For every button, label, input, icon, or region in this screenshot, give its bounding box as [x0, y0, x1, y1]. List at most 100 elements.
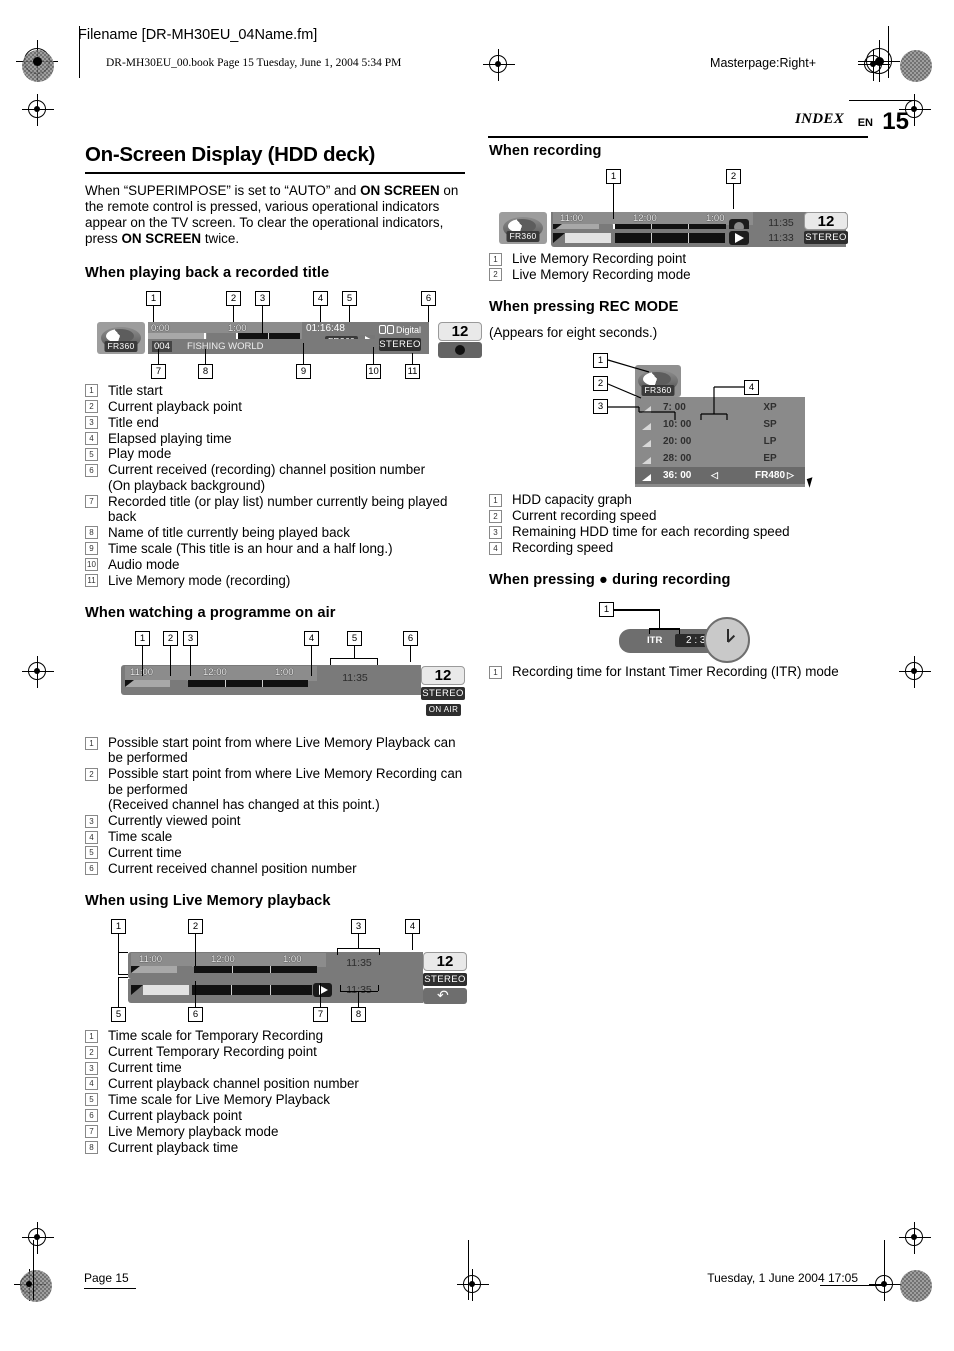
legend-item: 7 Live Memory playback mode — [85, 1124, 465, 1139]
intro-part-3: twice. — [201, 231, 240, 247]
playback-mode-button — [729, 231, 749, 245]
legend-num: 4 — [85, 1077, 98, 1091]
legend-text: Live Memory playback mode — [108, 1123, 279, 1139]
callout-4: 4 — [313, 290, 328, 306]
clock-icon — [704, 617, 750, 664]
legend-item: 10 Audio mode — [85, 557, 465, 572]
live-memory-mode-button — [438, 341, 482, 358]
legend-num: 8 — [85, 526, 98, 540]
legend-item: 5 Time scale for Live Memory Playback — [85, 1092, 465, 1107]
title-number-value: 004 — [152, 340, 172, 352]
legend-text: Current recording speed — [512, 508, 657, 524]
legend-text: Live Memory Recording mode — [512, 266, 691, 282]
legend-num: 3 — [85, 1061, 98, 1075]
legend-num: 11 — [85, 574, 98, 588]
legend-text: Currently viewed point — [108, 813, 241, 829]
hdd-disc-icon: FR360 — [499, 212, 547, 244]
legend-item: 2 Current recording speed — [489, 508, 869, 523]
legend-item: 1 Live Memory Recording point — [489, 251, 869, 266]
second-time-value: 11:33 — [768, 232, 794, 244]
channel-number: 12 — [804, 212, 848, 230]
tick-label-1: 12:00 — [633, 213, 657, 224]
legend-item: 2 Current Temporary Recording point — [85, 1044, 465, 1059]
crop-rule-lower-right-h — [820, 1285, 886, 1286]
legend-num: 1 — [85, 384, 98, 398]
legend-num: 2 — [489, 268, 502, 282]
crop-rule-left-bottom — [33, 1240, 34, 1300]
legend-item: 2 Possible start point from where Live Me… — [85, 766, 465, 812]
legend-num: 3 — [85, 814, 98, 828]
legend-num: 3 — [489, 525, 502, 539]
heading-when-recording: When recording — [489, 143, 602, 159]
legend-text: Live Memory Recording point — [512, 251, 687, 266]
callout-6: 6 — [403, 631, 418, 647]
index-divider — [488, 136, 868, 139]
crop-rule-right-top — [888, 26, 889, 78]
legend-item: 8 Name of title currently being played ba… — [85, 525, 465, 540]
legend-live-memory: 1 Time scale for Temporary Recording 2 Cur… — [85, 1028, 465, 1155]
heading-on-air: When watching a programme on air — [85, 605, 336, 622]
legend-text-continued: (Received channel has changed at this po… — [108, 797, 380, 813]
legend-item: 4 Elapsed playing time — [85, 431, 465, 446]
legend-item: 1 HDD capacity graph — [489, 492, 869, 507]
legend-num: 1 — [489, 493, 502, 507]
legend-text: Recording speed — [512, 540, 614, 556]
callout-7: 7 — [313, 1007, 328, 1023]
osd-diagram-live-memory: 1 2 3 4 5 6 7 8 11:00 12:00 1:00 11:35 1… — [85, 919, 467, 1024]
callout-3: 3 — [593, 399, 608, 415]
registration-mark-upper-left-small — [22, 94, 54, 126]
density-patch-bottom-left — [20, 1270, 52, 1302]
document-page: Filename [DR-MH30EU_04Name.fm] DR-MH30EU… — [0, 0, 954, 1351]
legend-text: Time scale for Live Memory Playback — [108, 1091, 331, 1107]
legend-item: 1 Title start — [85, 383, 465, 398]
intro-bold-1: ON SCREEN — [360, 182, 440, 198]
page-number: 15 — [882, 108, 909, 135]
registration-mark-lower-left — [22, 1222, 54, 1254]
legend-recording: 1 Live Memory Recording point 2 Live Memor… — [489, 251, 869, 282]
legend-rec-mode: 1 HDD capacity graph 2 Current recording s… — [489, 492, 869, 555]
crop-rule-upper-right-h — [849, 100, 913, 101]
hdd-speed-label: FR360 — [506, 231, 540, 242]
audio-mode-label: Digital — [396, 324, 422, 335]
legend-num: 10 — [85, 558, 98, 572]
tick-label-1: 12:00 — [203, 667, 227, 679]
legend-text: Current playback channel position number — [108, 1075, 359, 1091]
heading-playing-back: When playing back a recorded title — [85, 264, 330, 281]
legend-item: 1 Possible start point from where Live Me… — [85, 735, 465, 766]
legend-text: Current playback point — [108, 1107, 242, 1123]
elapsed-time-value: 01:16:48 — [306, 322, 345, 334]
legend-text: Current received (recording) channel pos… — [108, 462, 426, 478]
legend-item: 3 Title end — [85, 415, 465, 430]
play-icon — [735, 233, 744, 243]
title-divider — [85, 172, 465, 174]
osd-diagram-itr: 1 ITR 2 : 30 — [489, 598, 869, 664]
hdd-speed-label: FR360 — [104, 340, 138, 352]
callout-6: 6 — [188, 1007, 203, 1023]
tick-label-2: 1:00 — [706, 213, 725, 224]
on-air-time-scale: 11:00 12:00 1:00 — [125, 666, 317, 682]
callout-9: 9 — [296, 363, 311, 379]
legend-num: 2 — [85, 1045, 98, 1059]
legend-text: Current playback point — [108, 398, 242, 414]
live-memory-playback-mode-button — [313, 983, 332, 998]
callout-4: 4 — [405, 919, 420, 935]
registration-mark-bottom-center — [457, 1269, 489, 1301]
record-icon — [455, 344, 465, 355]
legend-num: 2 — [85, 767, 98, 781]
legend-num: 1 — [489, 665, 502, 679]
language-label: EN — [857, 117, 873, 129]
channel-number: 12 — [421, 666, 465, 686]
legend-text: Current Temporary Recording point — [108, 1044, 317, 1060]
legend-on-air: 1 Possible start point from where Live Me… — [85, 735, 465, 876]
callout-2: 2 — [163, 631, 178, 647]
callout-2: 2 — [226, 290, 241, 306]
left-column: On-Screen Display (HDD deck) When “SUPER… — [85, 143, 482, 1155]
legend-text: Title start — [108, 382, 163, 398]
legend-text: Time scale — [108, 829, 173, 844]
legend-text: Possible start point from where Live Mem… — [108, 766, 463, 797]
title-name-value: FISHING WORLD — [187, 340, 264, 352]
callout-8: 8 — [198, 363, 213, 379]
legend-item: 3 Remaining HDD time for each recording s… — [489, 524, 869, 539]
legend-item: 4 Recording speed — [489, 540, 869, 555]
callout-4: 4 — [304, 631, 319, 647]
